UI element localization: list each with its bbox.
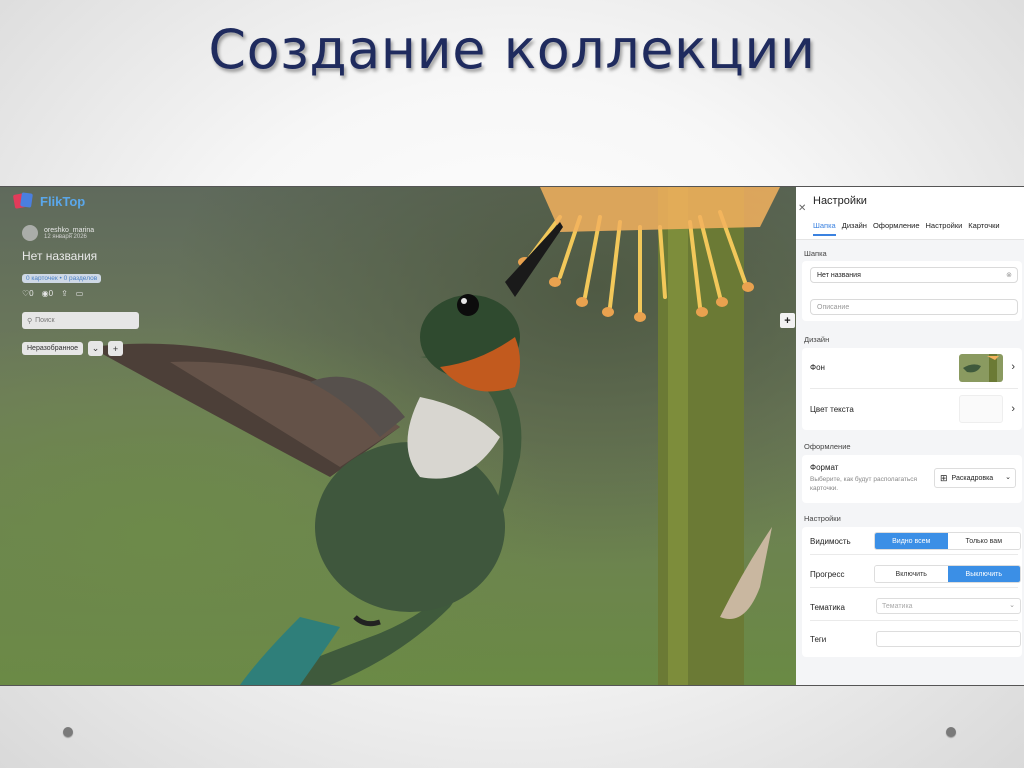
filter-chip-unsorted[interactable]: Неразобранное <box>22 342 83 355</box>
tab-settings[interactable]: Настройки <box>926 221 963 236</box>
progress-toggle[interactable]: Включить Выключить <box>874 565 1021 583</box>
settings-tabs: Шапка Дизайн Оформление Настройки Карточ… <box>813 221 1000 236</box>
visibility-label: Видимость <box>810 537 851 546</box>
filter-row: Неразобранное ⌄ + <box>22 341 123 356</box>
collection-name-value: Нет названия <box>817 271 861 279</box>
user-info[interactable]: oreshko_marina 12 января 2026 <box>22 225 94 241</box>
description-field[interactable]: Описание <box>810 299 1018 315</box>
view-stat: ◉0 <box>42 289 53 298</box>
topic-placeholder: Тематика <box>882 602 913 610</box>
design-card: Фон › Цвет текста › <box>802 348 1022 430</box>
background-thumbnail[interactable] <box>959 354 1003 382</box>
slide-bullet-right <box>946 727 956 737</box>
tab-design[interactable]: Дизайн <box>842 221 867 236</box>
text-color-chevron-icon[interactable]: › <box>1011 403 1015 415</box>
settings-panel: ✕ Настройки Шапка Дизайн Оформление Наст… <box>796 187 1024 685</box>
clear-icon[interactable]: ⊗ <box>1006 271 1012 279</box>
like-stat[interactable]: ♡0 <box>22 289 34 298</box>
add-button[interactable]: + <box>780 313 795 328</box>
format-select[interactable]: ⊞ Раскадровка ⌄ <box>934 468 1016 488</box>
grid-icon: ⊞ <box>940 472 948 483</box>
chevron-down-icon: ⌄ <box>1009 602 1015 609</box>
avatar[interactable] <box>22 225 38 241</box>
divider <box>810 620 1018 621</box>
chevron-down-icon[interactable]: ⌄ <box>88 341 103 356</box>
background-chevron-icon[interactable]: › <box>1011 361 1015 373</box>
format-value: Раскадровка <box>951 474 994 482</box>
divider <box>810 388 1018 389</box>
tags-label: Теги <box>810 635 827 644</box>
app-screenshot: FlikTop oreshko_marina 12 января 2026 Не… <box>0 186 1024 686</box>
panel-title: Настройки <box>813 195 867 207</box>
format-label: Формат <box>810 463 839 472</box>
add-section-button[interactable]: + <box>108 341 123 356</box>
brand-logo-icon <box>12 192 34 209</box>
search-icon: ⚲ <box>27 317 33 325</box>
format-hint: Выберите, как будут располагаться карточ… <box>810 476 918 492</box>
progress-on-option[interactable]: Включить <box>875 566 948 582</box>
text-color-swatch[interactable] <box>959 395 1003 423</box>
layout-card: Формат Выберите, как будут располагаться… <box>802 455 1022 503</box>
share-icon[interactable]: ⇪ <box>61 289 68 298</box>
counts-badge: 0 карточек • 0 разделов <box>22 274 102 283</box>
eye-icon: ◉ <box>41 289 49 298</box>
settings-section-label: Настройки <box>804 514 841 523</box>
visibility-you-option[interactable]: Только вам <box>947 533 1020 549</box>
panel-header: ✕ Настройки Шапка Дизайн Оформление Наст… <box>796 187 1024 240</box>
cover-photo: FlikTop oreshko_marina 12 января 2026 Не… <box>0 187 796 685</box>
tab-header[interactable]: Шапка <box>813 221 836 236</box>
tab-layout[interactable]: Оформление <box>873 221 920 236</box>
settings-card: Видимость Видно всем Только вам Прогресс… <box>802 527 1022 657</box>
brand-name: FlikTop <box>40 193 86 209</box>
brand[interactable]: FlikTop <box>12 192 86 209</box>
views-count: 0 <box>48 289 54 298</box>
progress-off-option[interactable]: Выключить <box>947 566 1020 582</box>
slide-bullet-left <box>63 727 73 737</box>
collection-name-field[interactable]: Нет названия ⊗ <box>810 267 1018 283</box>
search-placeholder: Поиск <box>35 317 55 324</box>
tab-cards[interactable]: Карточки <box>968 221 999 236</box>
stats-row: ♡0 ◉0 ⇪ ▭ <box>22 289 83 298</box>
user-name[interactable]: oreshko_marina <box>44 227 94 234</box>
visibility-toggle[interactable]: Видно всем Только вам <box>874 532 1021 550</box>
divider <box>810 554 1018 555</box>
slide-title: Создание коллекции <box>208 18 816 81</box>
layout-section-label: Оформление <box>804 442 851 451</box>
collection-title: Нет названия <box>22 249 98 263</box>
hummingbird-image <box>90 187 780 685</box>
close-icon[interactable]: ✕ <box>798 203 806 214</box>
user-date: 12 января 2026 <box>44 233 87 240</box>
design-section-label: Дизайн <box>804 335 830 344</box>
likes-count: 0 <box>29 289 34 298</box>
chevron-down-icon: ⌄ <box>1005 474 1011 481</box>
topic-label: Тематика <box>810 603 845 612</box>
tags-input[interactable] <box>876 631 1021 647</box>
text-color-label: Цвет текста <box>810 405 854 414</box>
search-input[interactable]: ⚲ Поиск <box>22 312 139 329</box>
progress-label: Прогресс <box>810 570 845 579</box>
header-card: Нет названия ⊗ Описание <box>802 261 1022 321</box>
folder-icon[interactable]: ▭ <box>76 289 84 298</box>
topic-select[interactable]: Тематика ⌄ <box>876 598 1021 614</box>
header-section-label: Шапка <box>804 249 827 258</box>
background-label: Фон <box>810 363 825 372</box>
visibility-all-option[interactable]: Видно всем <box>875 533 948 549</box>
divider <box>810 587 1018 588</box>
